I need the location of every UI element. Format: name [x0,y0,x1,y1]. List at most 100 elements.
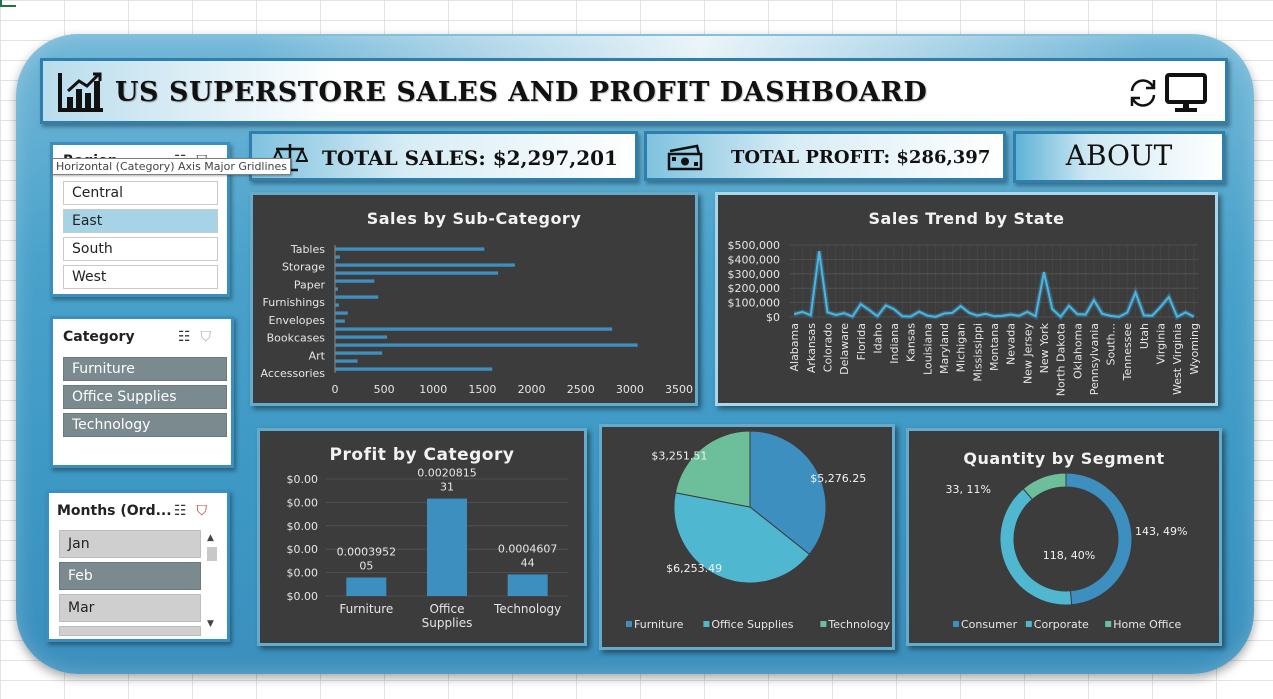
x-tick-label: Wyoming [1188,323,1201,375]
multi-select-icon[interactable]: ☷ [178,329,201,345]
clear-filter-icon[interactable]: ⛉ [197,503,218,519]
region-item-central[interactable]: Central [63,181,218,205]
data-label: 0.0003952 [337,546,397,559]
bar-storage [335,263,515,267]
sales-trend-chart[interactable]: $0$100,000 $200,000$300,000 $400,000$500,0… [718,195,1215,403]
x-tick-label: Nevada [1005,323,1018,365]
scroll-thumb[interactable] [207,547,217,561]
y-tick-label: Art [309,349,326,362]
region-item-east[interactable]: East [63,209,218,233]
quantity-by-segment-panel: Quantity by Segment 143, 49% 118, 40% 33, … [906,428,1222,646]
frame-highlight [250,36,1150,58]
sales-by-subcategory-panel: Sales by Sub-Category 0 500 1000 1500 2000 25… [250,192,698,406]
legend-swatch [626,621,632,627]
quantity-by-segment-chart[interactable]: 143, 49% 118, 40% 33, 11% Consumer Corporate… [909,431,1219,643]
bar-bookcases [335,335,388,339]
scroll-down-icon[interactable]: ▼ [207,619,214,629]
x-tick-label: 2500 [567,383,595,396]
clear-filter-icon[interactable]: ⛉ [201,329,222,345]
x-tick-label: Colorado [821,323,834,372]
y-tick-label: $0.00 [287,520,319,533]
sales-by-subcategory-chart[interactable]: 0 500 1000 1500 2000 2500 3000 3500 Tables Storag… [253,195,695,403]
x-tick-label: Virginia [1155,323,1168,364]
y-tick-label: $200,000 [728,282,781,295]
x-tick-label: North Dakota [1055,323,1068,396]
y-tick-label: Accessories [261,367,326,380]
category-item-office-supplies[interactable]: Office Supplies [63,385,227,409]
x-tick-label: Michigan [955,323,968,372]
data-label: 0.0004607 [498,542,557,555]
x-tick-label: Furniture [339,602,393,616]
category-item-technology[interactable]: Technology [63,413,227,437]
profit-by-category-chart[interactable]: $0.00$0.00$0.00$0.00$0.00$0.000.00039520… [260,431,584,643]
month-item-jan[interactable]: Jan [59,530,201,558]
region-item-west[interactable]: West [63,265,218,289]
y-tick-label: Storage [282,261,325,274]
x-tick-label: 3000 [616,383,644,396]
y-tick-label: Envelopes [269,314,326,327]
scroll-up-icon[interactable]: ▲ [207,533,214,543]
refresh-icon[interactable] [1126,76,1160,110]
x-tick-label: Utah [1138,323,1151,349]
x-tick-label: 2000 [518,383,546,396]
x-tick-label: 3500 [665,383,693,396]
donut-slice-home-office [1022,472,1067,501]
legend-label: Corporate [1034,618,1089,631]
bar-envelopes [335,311,348,315]
x-tick-label: 500 [374,383,395,396]
x-tick-label: Florida [855,323,868,360]
months-scrollbar[interactable]: ▲ ▼ [205,533,219,633]
data-label: 143, 49% [1135,525,1187,538]
donut-slice-corporate [999,488,1073,606]
category-slicer: Category ☷⛉ Furniture Office Supplies Te… [50,316,234,468]
legend-label: Furniture [634,618,684,631]
bar-art [335,351,383,355]
bar-tables [335,247,485,251]
month-item-partial[interactable] [59,626,201,636]
y-tick-label: $0 [766,311,780,324]
x-tick-label: Mississippi [971,323,984,382]
y-tick-label: Furnishings [263,296,326,309]
legend-swatch [703,621,710,627]
x-tick-label: 1500 [468,383,496,396]
category-slicer-controls: ☷⛉ [178,329,221,345]
legend-swatch [1025,621,1032,627]
y-tick-label: $0.00 [287,567,319,580]
x-tick-label: Kansas [905,323,918,362]
x-tick-label: Technology [493,602,561,616]
total-profit-value: TOTAL PROFIT: $286,397 [731,147,991,168]
month-item-feb[interactable]: Feb [59,562,201,590]
x-tick-label: Louisiana [921,323,934,375]
y-tick-label: $0.00 [287,496,319,509]
x-tick-label: West Virginia [1171,323,1184,395]
about-button[interactable]: ABOUT [1013,131,1225,183]
category-item-furniture[interactable]: Furniture [63,357,227,381]
sales-trend-panel: Sales Trend by State $0 $100,000 $200,000 $… [715,192,1218,406]
category-pie-panel: $5,276.25 $6,253.49 $3,251.51 Furniture Offi… [599,424,895,650]
data-label: $5,276.25 [810,472,866,485]
legend-label: Home Office [1113,618,1181,631]
category-slicer-header: Category [63,329,135,345]
y-tick-label: Tables [290,243,325,256]
monitor-icon[interactable] [1164,71,1208,115]
region-item-south[interactable]: South [63,237,218,261]
bar-accessories [335,367,493,371]
months-slicer-header: Months (Ord... [57,503,172,519]
x-tick-label: Alabama [788,323,801,372]
x-tick-label: Idaho [871,323,884,354]
category-pie-chart[interactable]: $5,276.25 $6,253.49 $3,251.51 Furniture Offi… [602,427,892,647]
x-tick-label: Oklahoma [1071,323,1084,379]
legend-swatch [820,621,827,627]
bar-furniture [346,577,387,596]
x-tick-label: Office [429,602,464,616]
month-item-mar[interactable]: Mar [59,594,201,622]
multi-select-icon[interactable]: ☷ [174,503,197,519]
bar-copiers [335,319,345,323]
page-title: US SUPERSTORE SALES AND PROFIT DASHBOARD [115,77,928,108]
bar-furnishings [335,295,379,299]
y-tick-label: Paper [294,278,326,291]
bar-phones [335,271,499,275]
data-label: $6,253.49 [666,562,722,575]
y-tick-label: $500,000 [728,239,781,252]
x-tick-label: Supplies [422,616,473,630]
